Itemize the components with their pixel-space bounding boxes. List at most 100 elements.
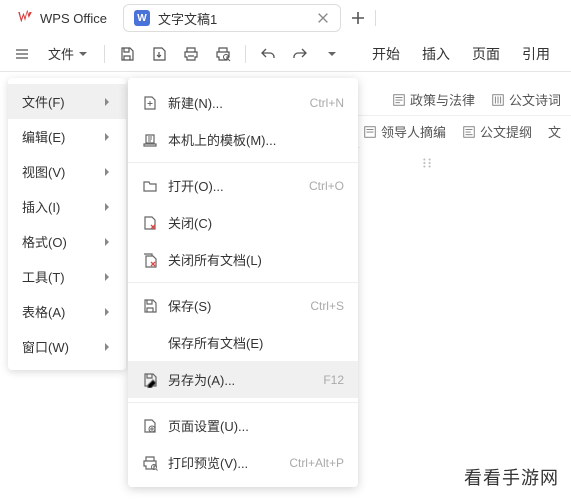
chevron-right-icon <box>102 307 112 317</box>
side-menu-item[interactable]: 插入(I) <box>8 189 126 224</box>
chevron-right-icon <box>102 167 112 177</box>
chip-policy-law[interactable]: 政策与法律 <box>392 90 475 109</box>
closeall-icon <box>142 252 158 268</box>
chip-label: 公文诗词 <box>509 90 561 109</box>
chevron-down-icon <box>78 49 88 59</box>
close-tab-icon[interactable] <box>316 11 330 25</box>
separator <box>245 45 246 63</box>
open-icon <box>142 178 158 194</box>
blank-icon <box>142 335 158 351</box>
chevron-right-icon <box>102 237 112 247</box>
menu-separator <box>128 162 358 163</box>
chip-leader-excerpts[interactable]: 领导人摘编 <box>363 122 446 141</box>
chevron-right-icon <box>102 132 112 142</box>
chip-label: 政策与法律 <box>410 90 475 109</box>
side-menu-item[interactable]: 窗口(W) <box>8 329 126 364</box>
menu-item-label: 打开(O)... <box>168 176 299 195</box>
file-menu-label: 文件 <box>48 44 74 63</box>
menu-item-label: 新建(N)... <box>168 93 300 112</box>
chip-official-poetry[interactable]: 公文诗词 <box>491 90 561 109</box>
menu-item-label: 关闭所有文档(L) <box>168 250 344 269</box>
menu-item-label: 本机上的模板(M)... <box>168 130 344 149</box>
side-menu-label: 视图(V) <box>22 162 65 181</box>
titlebar: WPS Office W 文字文稿1 <box>0 0 571 36</box>
tab-insert[interactable]: 插入 <box>420 40 452 68</box>
doc-icon <box>491 93 505 107</box>
tab-page[interactable]: 页面 <box>470 40 502 68</box>
side-menu-item[interactable]: 文件(F) <box>8 84 126 119</box>
app-logo-area[interactable]: WPS Office <box>8 5 115 31</box>
save-icon <box>142 298 158 314</box>
side-menu-label: 编辑(E) <box>22 127 65 146</box>
file-menu-button[interactable]: 文件 <box>40 40 96 68</box>
document-canvas[interactable] <box>360 140 571 500</box>
side-menu-item[interactable]: 工具(T) <box>8 259 126 294</box>
menu-item-shortcut: Ctrl+N <box>310 96 344 110</box>
chip-official-outline[interactable]: 公文提纲 <box>462 122 532 141</box>
menu-item-label: 打印预览(V)... <box>168 453 279 472</box>
hamburger-menu-button[interactable] <box>8 40 36 68</box>
menu-item-shortcut: Ctrl+S <box>310 299 344 313</box>
saveas-icon <box>142 372 158 388</box>
document-tab[interactable]: W 文字文稿1 <box>123 4 341 32</box>
file-submenu: 新建(N)... Ctrl+N 本机上的模板(M)... 打开(O)... Ctrl+O… <box>128 78 358 487</box>
undo-button[interactable] <box>254 40 282 68</box>
side-menu-label: 格式(O) <box>22 232 67 251</box>
separator <box>104 45 105 63</box>
file-submenu-item[interactable]: 本机上的模板(M)... <box>128 121 358 158</box>
tab-title: 文字文稿1 <box>158 9 308 28</box>
side-menu-label: 插入(I) <box>22 197 60 216</box>
menu-separator <box>128 402 358 403</box>
side-menu-item[interactable]: 编辑(E) <box>8 119 126 154</box>
doc-icon <box>363 125 377 139</box>
redo-button[interactable] <box>286 40 314 68</box>
side-menu-label: 表格(A) <box>22 302 65 321</box>
chip-label: 领导人摘编 <box>381 122 446 141</box>
menu-item-label: 页面设置(U)... <box>168 416 344 435</box>
save-button[interactable] <box>113 40 141 68</box>
file-submenu-item[interactable]: 保存所有文档(E) <box>128 324 358 361</box>
side-menu-item[interactable]: 格式(O) <box>8 224 126 259</box>
file-submenu-item[interactable]: 另存为(A)...F12 <box>128 361 358 398</box>
side-menu-item[interactable]: 视图(V) <box>8 154 126 189</box>
watermark-text: 看看手游网 <box>464 464 559 490</box>
file-submenu-item[interactable]: 保存(S)Ctrl+S <box>128 287 358 324</box>
template-chips-row-1: 政策与法律 公文诗词 <box>350 84 571 116</box>
file-submenu-item[interactable]: 打开(O)... Ctrl+O <box>128 167 358 204</box>
menu-item-shortcut: F12 <box>323 373 344 387</box>
toolbar: 文件 开始 插入 页面 引用 <box>0 36 571 72</box>
new-icon <box>142 95 158 111</box>
chip-label: 公文提纲 <box>480 122 532 141</box>
file-submenu-item[interactable]: 新建(N)... Ctrl+N <box>128 84 358 121</box>
chevron-right-icon <box>102 342 112 352</box>
side-menu-item[interactable]: 表格(A) <box>8 294 126 329</box>
menu-separator <box>128 282 358 283</box>
tab-reference[interactable]: 引用 <box>520 40 552 68</box>
toolbar-dropdown-button[interactable] <box>318 40 346 68</box>
wps-logo-icon <box>16 9 34 27</box>
chip-more[interactable]: 文 <box>548 122 561 141</box>
menu-item-shortcut: Ctrl+Alt+P <box>289 456 344 470</box>
side-menu-label: 文件(F) <box>22 92 65 111</box>
close-icon <box>142 215 158 231</box>
side-menu-label: 工具(T) <box>22 267 65 286</box>
doc-icon <box>392 93 406 107</box>
menu-item-shortcut: Ctrl+O <box>309 179 344 193</box>
file-submenu-item[interactable]: 关闭所有文档(L) <box>128 241 358 278</box>
new-tab-button[interactable] <box>349 9 367 27</box>
file-submenu-item[interactable]: 打印预览(V)... Ctrl+Alt+P <box>128 444 358 481</box>
menu-item-label: 关闭(C) <box>168 213 344 232</box>
print-button[interactable] <box>177 40 205 68</box>
doc-icon <box>462 125 476 139</box>
ribbon-tabs: 开始 插入 页面 引用 <box>370 40 552 68</box>
chevron-right-icon <box>102 202 112 212</box>
print-preview-button[interactable] <box>209 40 237 68</box>
pagesetup-icon <box>142 418 158 434</box>
app-name: WPS Office <box>40 11 107 26</box>
printpreview-icon <box>142 455 158 471</box>
chip-label: 文 <box>548 122 561 141</box>
file-submenu-item[interactable]: 页面设置(U)... <box>128 407 358 444</box>
tab-start[interactable]: 开始 <box>370 40 402 68</box>
export-button[interactable] <box>145 40 173 68</box>
file-submenu-item[interactable]: 关闭(C) <box>128 204 358 241</box>
